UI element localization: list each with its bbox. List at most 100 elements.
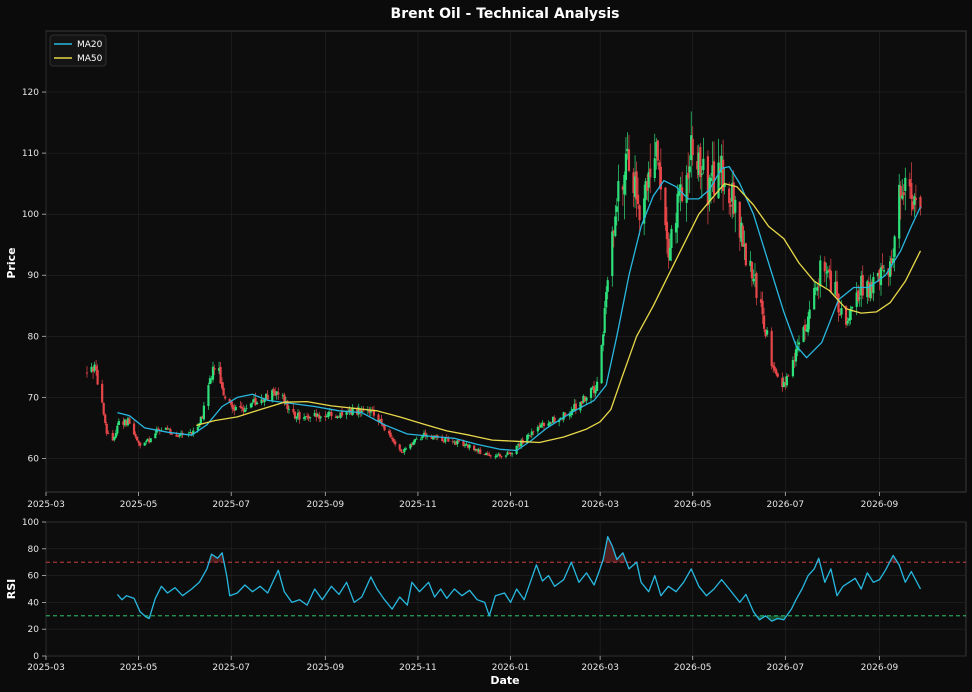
- candle-body: [134, 434, 137, 437]
- candle: [149, 438, 152, 443]
- candle-body: [617, 181, 620, 202]
- price-y-tick-label: 90: [28, 271, 40, 281]
- candle-body: [413, 439, 417, 443]
- rsi-y-tick-label: 100: [22, 518, 39, 528]
- candle-body: [266, 394, 269, 400]
- price-x-tick-label: 2025-05: [120, 500, 158, 510]
- candle-body: [362, 410, 365, 412]
- candle-body: [340, 411, 344, 416]
- candle-body: [398, 444, 401, 450]
- candle-body: [104, 414, 107, 423]
- candle-body: [213, 368, 216, 370]
- candle-body: [904, 177, 907, 191]
- rsi-x-tick-label: 2025-11: [399, 663, 437, 673]
- chart-title: Brent Oil - Technical Analysis: [391, 6, 620, 22]
- rsi-y-tick-label: 80: [28, 545, 40, 555]
- candle-body: [114, 433, 117, 438]
- candle-body: [791, 359, 795, 377]
- candle-body: [389, 432, 392, 438]
- candle-body: [857, 290, 860, 301]
- candle-body: [479, 449, 482, 454]
- candle-body: [178, 435, 181, 437]
- candle-body: [500, 455, 503, 457]
- candle-body: [589, 388, 593, 398]
- candle-body: [700, 173, 703, 175]
- candle-body: [176, 436, 180, 437]
- candle-body: [101, 383, 104, 403]
- price-x-tick-label: 2026-01: [492, 500, 530, 510]
- candle-body: [846, 320, 849, 324]
- candle-body: [825, 272, 828, 274]
- candle-body: [149, 438, 152, 443]
- candle-body: [606, 280, 609, 292]
- candle-body: [221, 381, 224, 388]
- candle-body: [910, 182, 913, 199]
- candle-body: [457, 440, 461, 442]
- candle-body: [882, 270, 886, 272]
- candle: [741, 223, 744, 247]
- candle-body: [861, 275, 864, 296]
- chart-figure: Brent Oil - Technical Analysis Price RSI…: [0, 0, 972, 692]
- candle-body: [85, 372, 89, 374]
- candle-body: [819, 260, 822, 287]
- candle-body: [840, 308, 843, 315]
- candle-body: [614, 216, 617, 237]
- candle-body: [913, 196, 916, 205]
- candle-body: [277, 392, 280, 395]
- candle-body: [762, 315, 766, 329]
- candle: [143, 442, 146, 446]
- candle-body: [902, 192, 905, 196]
- candle-body: [486, 453, 489, 455]
- candle-body: [676, 193, 679, 228]
- candle-body: [94, 365, 98, 370]
- candle-body: [797, 342, 801, 345]
- candle-body: [542, 422, 546, 427]
- candle: [600, 344, 603, 384]
- candle-body: [750, 261, 754, 279]
- legend-label-ma50: MA50: [77, 54, 103, 64]
- candle-body: [899, 185, 902, 197]
- candle-body: [881, 265, 884, 269]
- candle-body: [307, 415, 310, 419]
- candle-body: [468, 444, 471, 448]
- candle-body: [656, 140, 659, 161]
- candle-body: [444, 437, 447, 443]
- candle-body: [741, 225, 744, 247]
- candle-body: [817, 286, 820, 288]
- candle-body: [117, 421, 120, 425]
- candle-body: [728, 188, 731, 204]
- candle-body: [687, 172, 690, 179]
- candle-body: [135, 436, 139, 441]
- candle-body: [404, 448, 407, 450]
- candle-body: [539, 424, 543, 428]
- candle-body: [128, 418, 131, 424]
- rsi-x-tick-label: 2025-07: [212, 663, 250, 673]
- candle-body: [510, 453, 514, 455]
- candle-body: [615, 206, 618, 212]
- candle-body: [255, 402, 259, 405]
- candle-body: [688, 166, 691, 173]
- candle-body: [595, 381, 599, 391]
- candle-body: [605, 292, 608, 308]
- candle-body: [383, 425, 386, 431]
- candle-body: [529, 435, 532, 437]
- legend: MA20 MA50: [49, 34, 107, 67]
- candle-body: [145, 441, 148, 443]
- candle-body: [603, 308, 606, 333]
- candle-body: [224, 396, 227, 399]
- candle-body: [717, 162, 720, 199]
- candle-body: [415, 438, 418, 440]
- candle-body: [400, 449, 403, 452]
- price-x-tick-label: 2025-09: [307, 500, 345, 510]
- price-y-tick-label: 60: [28, 454, 40, 464]
- candle-body: [901, 195, 904, 199]
- candle-body: [330, 412, 333, 417]
- candle-body: [309, 417, 312, 419]
- candle-body: [419, 438, 423, 440]
- candle-body: [553, 417, 556, 422]
- candle-body: [624, 153, 628, 181]
- candle-body: [638, 205, 641, 221]
- rsi-x-tick-label: 2025-05: [120, 663, 158, 673]
- candle-body: [776, 373, 779, 377]
- candle-body: [919, 196, 922, 209]
